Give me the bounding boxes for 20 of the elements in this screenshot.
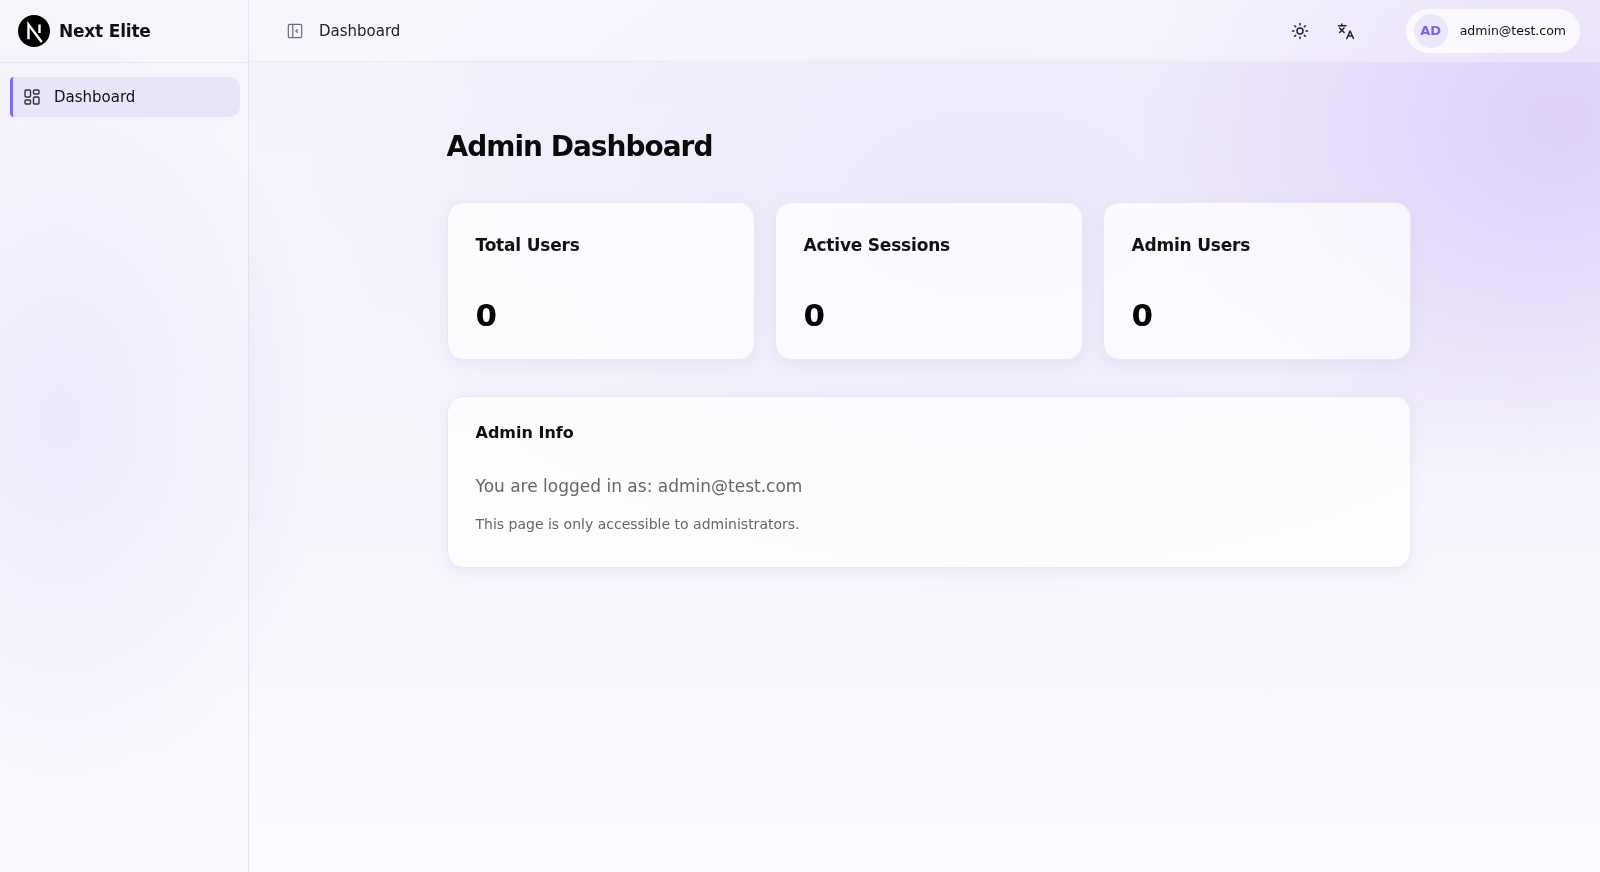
sun-icon: [1290, 21, 1309, 40]
stat-label: Total Users: [475, 235, 581, 255]
brand-name: Next Elite: [59, 21, 151, 41]
translate-icon: [1336, 21, 1355, 40]
logo-icon: [18, 15, 50, 47]
info-text: You are logged in as: admin@test.com: [475, 476, 804, 496]
stat-value: 0: [475, 297, 499, 333]
avatar: AD: [1413, 13, 1448, 48]
user-menu-button[interactable]: AD admin@test.com: [1405, 8, 1580, 53]
info-title: Admin Info: [475, 423, 575, 442]
page-title: Admin Dashboard: [446, 129, 714, 165]
stat-label: Active Sessions: [803, 235, 951, 255]
panel-icon: [287, 22, 303, 39]
sidebar-item[interactable]: Dashboard: [10, 77, 240, 117]
stat-value: 0: [1131, 297, 1155, 333]
info-text: This page is only accessible to administrators.: [475, 516, 801, 532]
stat-value: 0: [803, 297, 827, 333]
stat-label: Admin Users: [1131, 235, 1252, 255]
page-breadcrumb: Dashboard: [319, 21, 401, 40]
grid-icon: [24, 89, 40, 105]
